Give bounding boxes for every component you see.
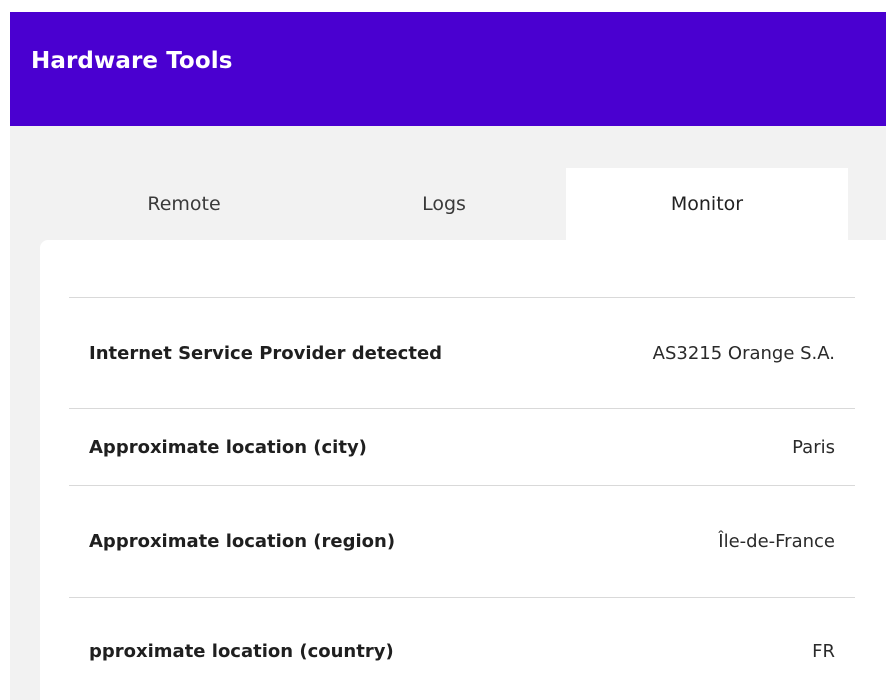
app-window: Hardware Tools Remote Logs Monitor Inter… (10, 12, 886, 700)
region-row: Approximate location (region) Île-de-Fra… (69, 485, 855, 597)
country-row: pproximate location (country) FR (69, 597, 855, 700)
monitor-panel: Internet Service Provider detected AS321… (40, 240, 886, 700)
country-value: FR (812, 641, 835, 662)
tab-bar: Remote Logs Monitor (39, 168, 886, 240)
isp-row: Internet Service Provider detected AS321… (69, 297, 855, 408)
tab-monitor[interactable]: Monitor (566, 168, 848, 240)
city-row: Approximate location (city) Paris (69, 408, 855, 485)
app-bar: Hardware Tools (10, 12, 886, 126)
city-value: Paris (792, 436, 835, 458)
tab-logs[interactable]: Logs (301, 168, 587, 240)
clipped-row-above (40, 260, 886, 280)
app-title: Hardware Tools (31, 48, 233, 74)
isp-label: Internet Service Provider detected (89, 342, 443, 364)
city-label: Approximate location (city) (89, 436, 367, 458)
country-label: pproximate location (country) (89, 641, 394, 662)
monitor-info-list: Internet Service Provider detected AS321… (69, 297, 855, 700)
tab-remote[interactable]: Remote (39, 168, 329, 240)
isp-value: AS3215 Orange S.A. (652, 342, 835, 364)
region-label: Approximate location (region) (89, 531, 396, 552)
region-value: Île-de-France (718, 531, 835, 552)
